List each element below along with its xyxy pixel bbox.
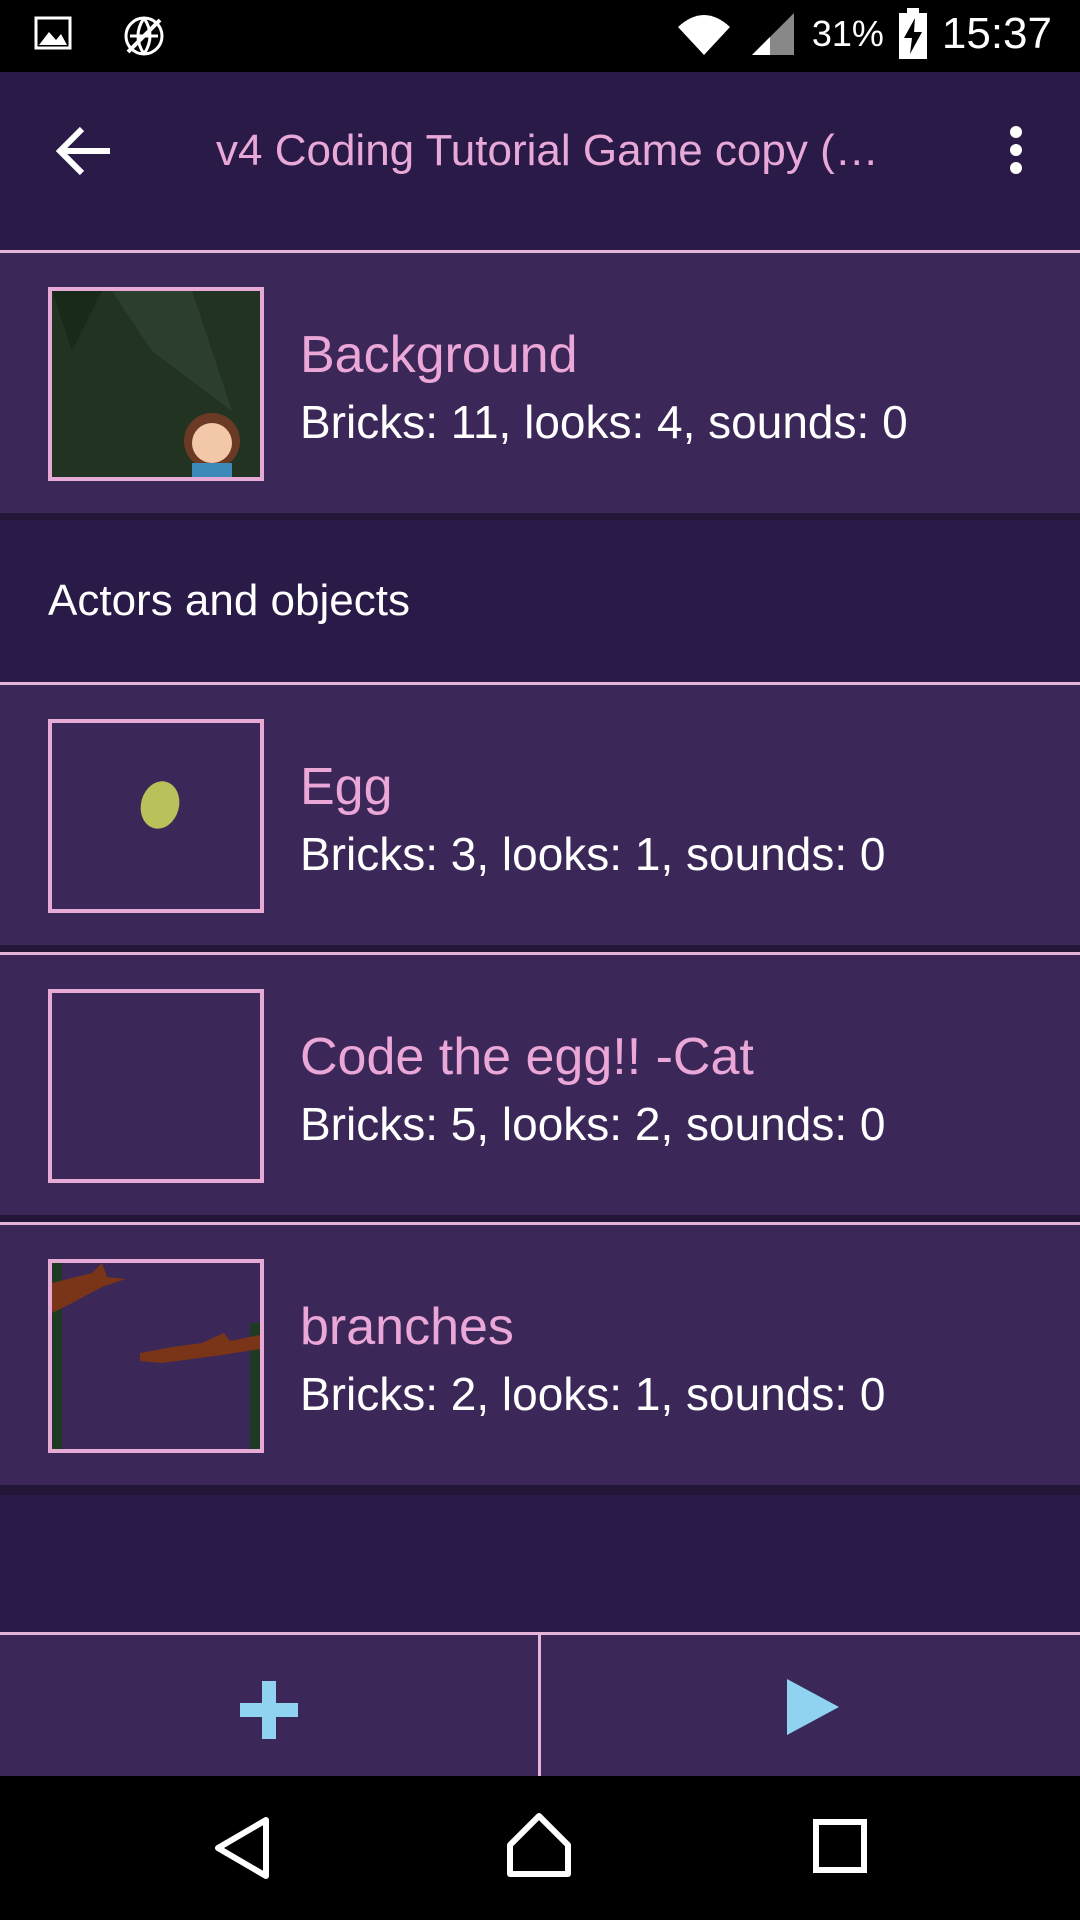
plus-icon (240, 1681, 298, 1739)
section-label: Actors and objects (48, 576, 410, 625)
wifi-icon (677, 15, 730, 55)
system-nav-bar (0, 1776, 1080, 1920)
nav-back-icon[interactable] (212, 1816, 272, 1880)
status-bar: 31% 15:37 (0, 0, 1080, 72)
clock: 15:37 (941, 9, 1052, 58)
row-shadow (0, 1485, 1080, 1495)
cat-thumbnail (48, 989, 264, 1183)
no-data-icon (124, 16, 164, 56)
play-icon (787, 1679, 839, 1735)
object-name: Egg (300, 758, 393, 816)
branches-thumbnail (48, 1259, 264, 1453)
image-icon (34, 16, 72, 50)
nav-recents-icon[interactable] (812, 1818, 868, 1874)
object-item-egg[interactable]: Egg Bricks: 3, looks: 1, sounds: 0 (0, 685, 1080, 955)
back-arrow-icon[interactable] (50, 116, 120, 186)
background-thumbnail (48, 287, 264, 481)
egg-thumbnail (48, 719, 264, 913)
object-meta: Bricks: 5, looks: 2, sounds: 0 (300, 1098, 886, 1150)
signal-icon (751, 13, 794, 55)
object-name: Code the egg!! -Cat (300, 1028, 754, 1086)
forest-girl-image (52, 291, 260, 477)
object-item-cat[interactable]: Code the egg!! -Cat Bricks: 5, looks: 2,… (0, 955, 1080, 1225)
battery-charging-icon (898, 8, 927, 59)
object-meta: Bricks: 3, looks: 1, sounds: 0 (300, 828, 886, 880)
page-title: v4 Coding Tutorial Game copy (… (216, 126, 879, 175)
bottom-action-bar (0, 1632, 1080, 1779)
add-button[interactable] (0, 1635, 540, 1779)
background-name: Background (300, 326, 578, 384)
background-meta: Bricks: 11, looks: 4, sounds: 0 (300, 396, 908, 448)
app-bar: v4 Coding Tutorial Game copy (… (0, 72, 1080, 236)
object-name: branches (300, 1298, 514, 1356)
overflow-menu-icon[interactable] (988, 122, 1044, 178)
nav-home-icon[interactable] (506, 1812, 572, 1878)
object-meta: Bricks: 2, looks: 1, sounds: 0 (300, 1368, 886, 1420)
play-button[interactable] (541, 1635, 1080, 1779)
egg-image (140, 781, 180, 829)
object-item-branches[interactable]: branches Bricks: 2, looks: 1, sounds: 0 (0, 1225, 1080, 1495)
battery-percent: 31% (811, 13, 884, 54)
section-header: Actors and objects (0, 520, 1080, 680)
background-item[interactable]: Background Bricks: 11, looks: 4, sounds:… (0, 253, 1080, 523)
branches-image (52, 1263, 260, 1449)
